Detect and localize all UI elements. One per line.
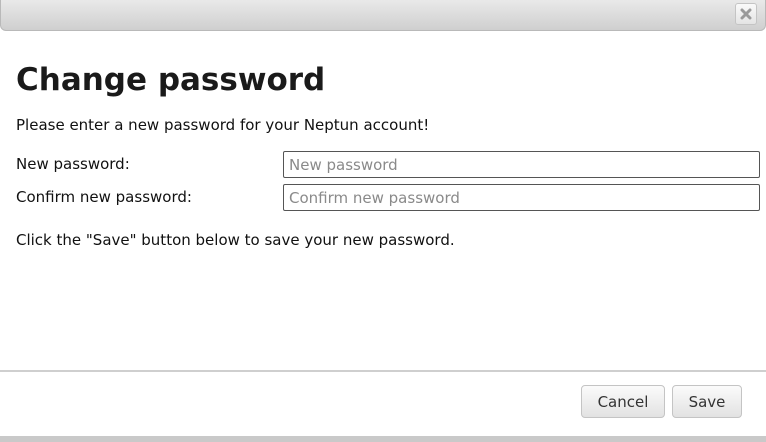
close-x-icon	[740, 8, 752, 20]
bottom-edge	[0, 436, 766, 442]
close-button[interactable]	[735, 3, 757, 25]
new-password-row: New password:	[16, 151, 760, 178]
page-title: Change password	[16, 62, 326, 98]
confirm-password-row: Confirm new password:	[16, 184, 760, 211]
confirm-password-label: Confirm new password:	[16, 188, 192, 206]
dialog-content: Change password Please enter a new passw…	[16, 56, 760, 250]
intro-text: Please enter a new password for your Nep…	[16, 116, 430, 134]
save-button[interactable]: Save	[672, 385, 742, 418]
new-password-label: New password:	[16, 155, 130, 173]
footer-divider	[0, 370, 766, 372]
change-password-dialog: Change password Please enter a new passw…	[0, 0, 766, 442]
new-password-input[interactable]	[283, 151, 760, 178]
confirm-password-input[interactable]	[283, 184, 760, 211]
save-hint-text: Click the "Save" button below to save yo…	[16, 231, 455, 249]
cancel-button[interactable]: Cancel	[581, 385, 665, 418]
dialog-titlebar	[0, 0, 766, 31]
